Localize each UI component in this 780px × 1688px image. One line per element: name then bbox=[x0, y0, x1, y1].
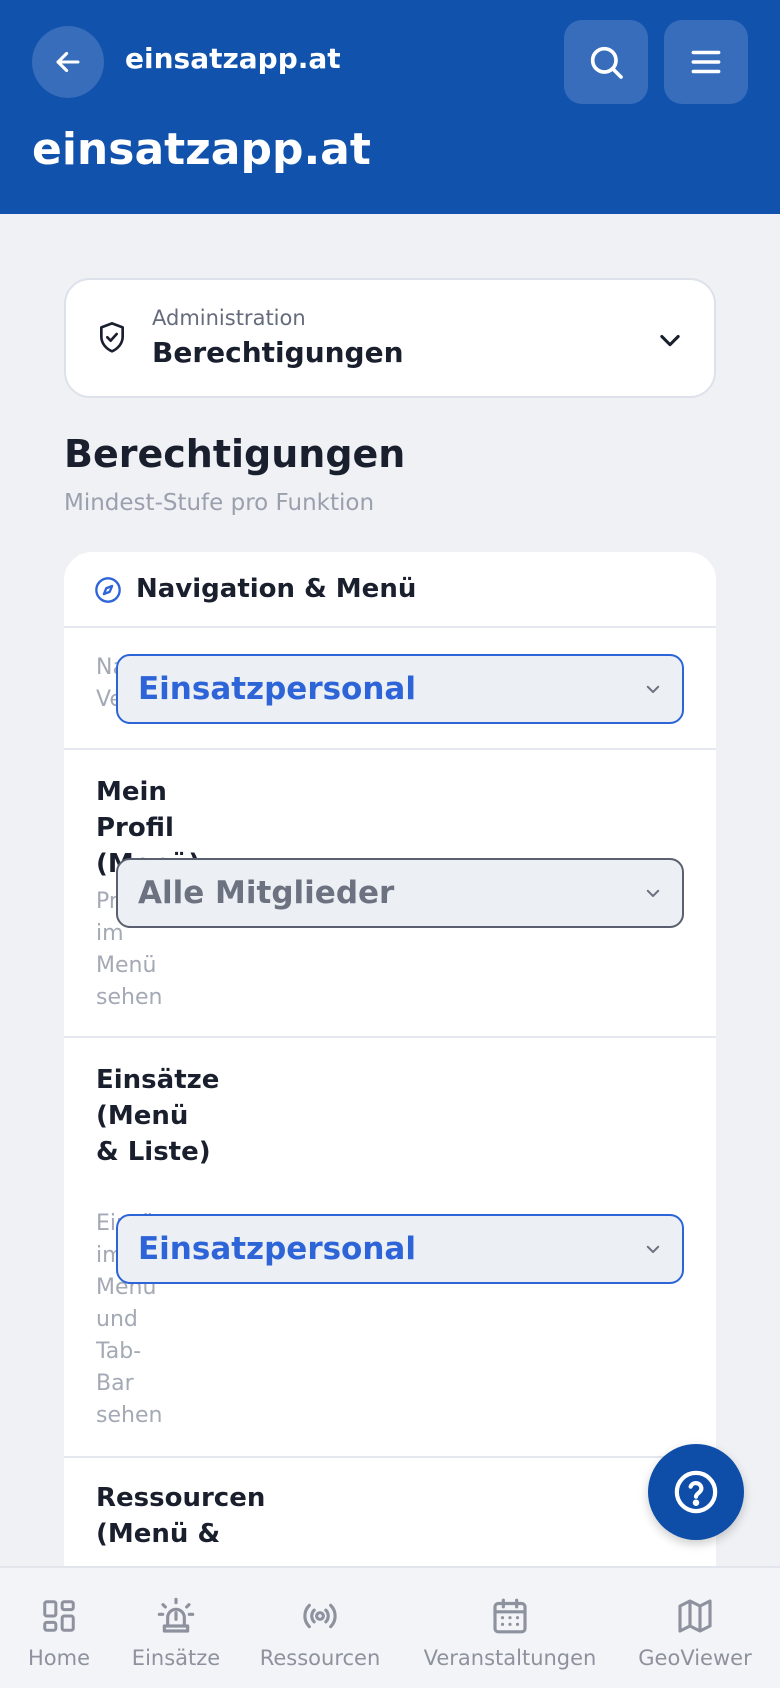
map-icon bbox=[678, 1599, 712, 1633]
permission-row: Ressourcen (Menü & bbox=[64, 1458, 716, 1572]
tab-label: Ressourcen bbox=[259, 1646, 381, 1670]
page-subtitle: Mindest-Stufe pro Funktion bbox=[64, 490, 375, 516]
chevron-down-icon bbox=[646, 1245, 660, 1253]
back-button[interactable] bbox=[32, 26, 104, 98]
permission-row: Na Ve Einsatzpersonal bbox=[64, 630, 716, 750]
chevron-down-icon bbox=[660, 334, 680, 347]
help-button[interactable] bbox=[648, 1444, 744, 1540]
panel-header: Navigation & Menü bbox=[64, 552, 716, 628]
select-value: Einsatzpersonal bbox=[138, 671, 416, 707]
permission-level-select[interactable]: Alle Mitglieder bbox=[116, 858, 684, 928]
permissions-panel: Navigation & Menü Na Ve Einsatzpersonal … bbox=[64, 552, 716, 1572]
breadcrumb-section: Administration bbox=[152, 306, 306, 330]
shield-check-icon bbox=[100, 322, 124, 353]
search-button[interactable] bbox=[564, 20, 648, 104]
search-icon bbox=[590, 46, 623, 79]
header-site-name: einsatzapp.at bbox=[125, 42, 341, 75]
select-value: Alle Mitglieder bbox=[138, 875, 395, 911]
grid-icon bbox=[43, 1600, 75, 1632]
row-name: Einsätze (Menü & Liste) bbox=[96, 1065, 220, 1167]
page-header-title: einsatzapp.at bbox=[32, 124, 371, 175]
tab-label: Einsätze bbox=[131, 1646, 221, 1670]
tab-home[interactable]: Home bbox=[24, 1568, 94, 1688]
menu-button[interactable] bbox=[664, 20, 748, 104]
help-circle-icon bbox=[674, 1470, 718, 1514]
panel-title: Navigation & Menü bbox=[136, 574, 417, 604]
tab-geoviewer[interactable]: GeoViewer bbox=[636, 1568, 754, 1688]
tab-label: Home bbox=[27, 1646, 90, 1670]
chevron-down-icon bbox=[646, 685, 660, 693]
chevron-down-icon bbox=[646, 889, 660, 897]
tab-einsaetze[interactable]: Einsätze bbox=[128, 1568, 224, 1688]
tab-veranstaltungen[interactable]: Veranstaltungen bbox=[420, 1568, 600, 1688]
permission-level-select[interactable]: Einsatzpersonal bbox=[116, 654, 684, 724]
arrow-left-icon bbox=[56, 51, 80, 73]
radio-icon bbox=[303, 1603, 337, 1629]
permission-level-select[interactable]: Einsatzpersonal bbox=[116, 1214, 684, 1284]
breadcrumb-page: Berechtigungen bbox=[152, 336, 404, 369]
compass-icon bbox=[95, 577, 121, 603]
permission-row: Mein Profil (Menü) Profil im Menü sehen … bbox=[64, 750, 716, 1038]
select-value: Einsatzpersonal bbox=[138, 1231, 416, 1267]
tab-ressourcen[interactable]: Ressourcen bbox=[258, 1568, 382, 1688]
app-header: einsatzapp.at einsatzapp.at bbox=[0, 0, 780, 214]
row-name: Ressourcen (Menü & bbox=[96, 1483, 266, 1549]
calendar-icon bbox=[493, 1598, 527, 1634]
section-selector[interactable]: Administration Berechtigungen bbox=[64, 278, 716, 398]
bottom-tab-bar: Home Einsätze Ressourcen Veranstaltungen… bbox=[0, 1566, 780, 1688]
permission-row: Einsätze (Menü & Liste) Einsätze im Menü… bbox=[64, 1038, 716, 1458]
siren-icon bbox=[157, 1597, 195, 1633]
tab-label: GeoViewer bbox=[638, 1646, 752, 1670]
hamburger-icon bbox=[691, 50, 721, 74]
tab-label: Veranstaltungen bbox=[423, 1646, 597, 1670]
page-title: Berechtigungen bbox=[64, 432, 406, 476]
